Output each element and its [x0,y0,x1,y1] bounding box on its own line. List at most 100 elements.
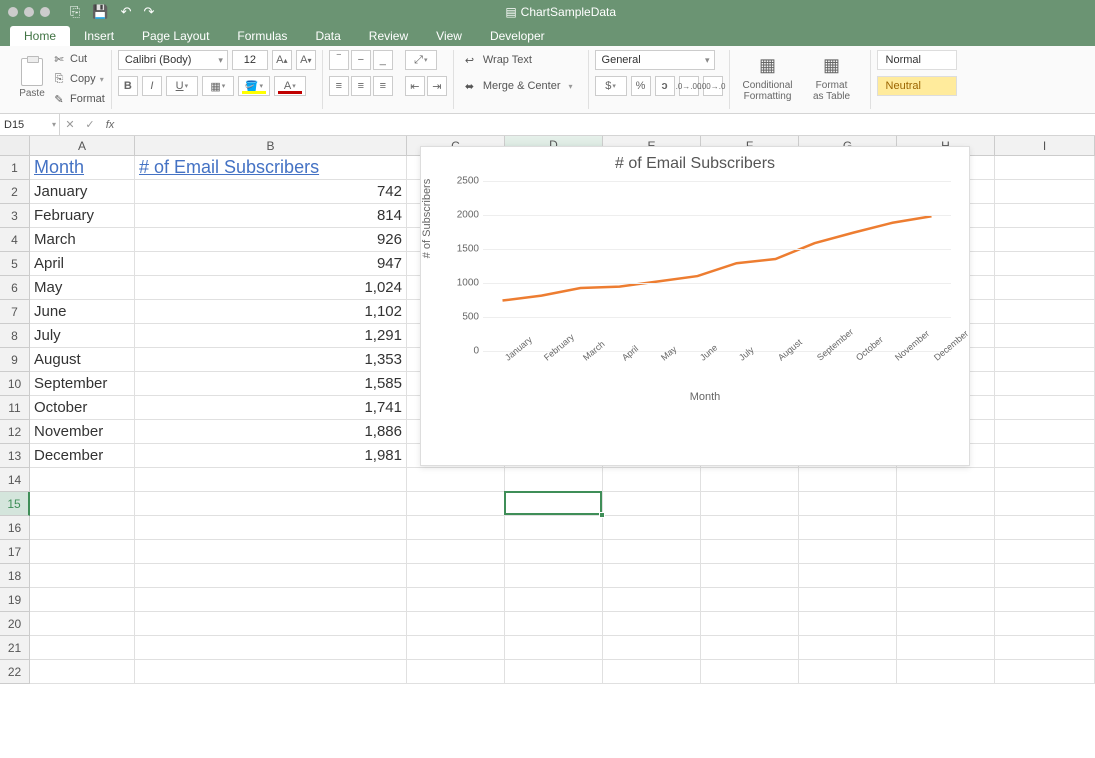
cell-I5[interactable] [995,252,1095,276]
cell-A14[interactable] [30,468,135,492]
cell-A8[interactable]: July [30,324,135,348]
align-top-button[interactable]: ‾ [329,50,349,70]
cell-B9[interactable]: 1,353 [135,348,407,372]
align-center-button[interactable]: ≡ [351,76,371,96]
cell-A11[interactable]: October [30,396,135,420]
cell-H20[interactable] [897,612,995,636]
cell-I8[interactable] [995,324,1095,348]
cell-D15[interactable] [505,492,603,516]
fill-color-button[interactable]: 🪣▾ [238,76,270,96]
cell-E16[interactable] [603,516,701,540]
cell-E19[interactable] [603,588,701,612]
cell-A16[interactable] [30,516,135,540]
row-header-17[interactable]: 17 [0,540,30,564]
cell-E17[interactable] [603,540,701,564]
row-header-19[interactable]: 19 [0,588,30,612]
copy-button[interactable]: ⎘Copy▾ [52,70,105,88]
align-left-button[interactable]: ≡ [329,76,349,96]
cell-C14[interactable] [407,468,505,492]
cell-G17[interactable] [799,540,897,564]
cell-I9[interactable] [995,348,1095,372]
cell-B19[interactable] [135,588,407,612]
row-header-13[interactable]: 13 [0,444,30,468]
tab-developer[interactable]: Developer [476,26,559,46]
cell-D14[interactable] [505,468,603,492]
font-color-button[interactable]: A▾ [274,76,306,96]
italic-button[interactable]: I [142,76,162,96]
cell-G20[interactable] [799,612,897,636]
cell-B22[interactable] [135,660,407,684]
cell-C15[interactable] [407,492,505,516]
cell-I7[interactable] [995,300,1095,324]
cell-I2[interactable] [995,180,1095,204]
cell-B15[interactable] [135,492,407,516]
tab-review[interactable]: Review [355,26,422,46]
row-header-21[interactable]: 21 [0,636,30,660]
cell-A18[interactable] [30,564,135,588]
cell-F21[interactable] [701,636,799,660]
cell-I1[interactable] [995,156,1095,180]
select-all-corner[interactable] [0,136,30,155]
row-header-6[interactable]: 6 [0,276,30,300]
cut-button[interactable]: ✄Cut [52,50,105,68]
borders-button[interactable]: ▦▾ [202,76,234,96]
currency-button[interactable]: $▾ [595,76,627,96]
cell-I17[interactable] [995,540,1095,564]
cell-B5[interactable]: 947 [135,252,407,276]
cell-I10[interactable] [995,372,1095,396]
cell-E15[interactable] [603,492,701,516]
cell-I13[interactable] [995,444,1095,468]
cell-A2[interactable]: January [30,180,135,204]
font-name-select[interactable]: Calibri (Body) [118,50,228,70]
column-header-I[interactable]: I [995,136,1095,155]
cell-A15[interactable] [30,492,135,516]
cell-H19[interactable] [897,588,995,612]
cell-A3[interactable]: February [30,204,135,228]
row-header-8[interactable]: 8 [0,324,30,348]
cell-A20[interactable] [30,612,135,636]
cell-B18[interactable] [135,564,407,588]
cell-A7[interactable]: June [30,300,135,324]
cell-D18[interactable] [505,564,603,588]
cell-A22[interactable] [30,660,135,684]
cell-E22[interactable] [603,660,701,684]
row-header-20[interactable]: 20 [0,612,30,636]
cell-B12[interactable]: 1,886 [135,420,407,444]
cell-I14[interactable] [995,468,1095,492]
cell-B13[interactable]: 1,981 [135,444,407,468]
format-painter-button[interactable]: ✎Format [52,90,105,108]
formula-input[interactable] [120,114,1095,135]
cell-style-normal[interactable]: Normal [877,50,957,70]
cell-C19[interactable] [407,588,505,612]
cell-H21[interactable] [897,636,995,660]
cell-I22[interactable] [995,660,1095,684]
align-middle-button[interactable]: − [351,50,371,70]
cell-C20[interactable] [407,612,505,636]
name-box[interactable]: D15 [0,114,60,135]
cell-H17[interactable] [897,540,995,564]
cell-F20[interactable] [701,612,799,636]
cell-G15[interactable] [799,492,897,516]
cell-H18[interactable] [897,564,995,588]
cell-B14[interactable] [135,468,407,492]
tab-data[interactable]: Data [301,26,354,46]
decrease-decimal-button[interactable]: .00→.0 [703,76,723,96]
align-right-button[interactable]: ≡ [373,76,393,96]
redo-icon[interactable]: ↷ [144,4,155,20]
cell-H15[interactable] [897,492,995,516]
cell-F16[interactable] [701,516,799,540]
cell-A5[interactable]: April [30,252,135,276]
cell-A12[interactable]: November [30,420,135,444]
row-header-7[interactable]: 7 [0,300,30,324]
cell-A1[interactable]: Month [30,156,135,180]
cell-B21[interactable] [135,636,407,660]
increase-font-button[interactable]: A▴ [272,50,292,70]
close-window-icon[interactable] [8,7,18,17]
paste-button[interactable]: Paste [14,50,50,106]
cell-I6[interactable] [995,276,1095,300]
cancel-formula-button[interactable]: ✕ [60,118,80,131]
row-header-15[interactable]: 15 [0,492,30,516]
tab-home[interactable]: Home [10,26,70,46]
row-header-5[interactable]: 5 [0,252,30,276]
cell-F14[interactable] [701,468,799,492]
